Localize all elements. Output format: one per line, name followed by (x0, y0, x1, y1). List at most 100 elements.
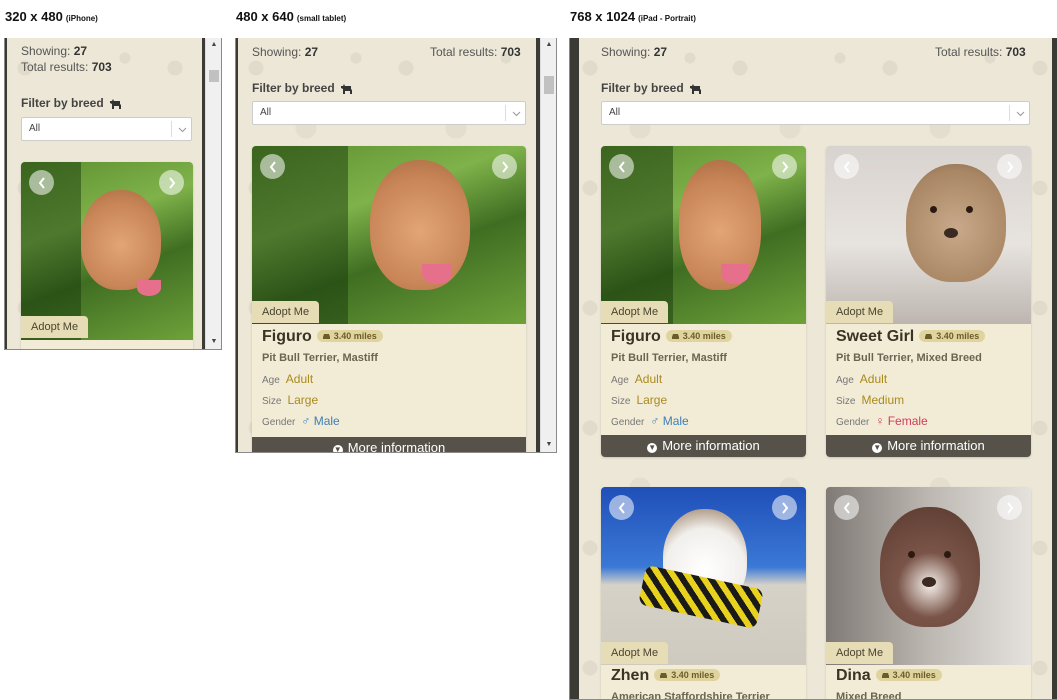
male-icon: ♂ (650, 414, 660, 428)
device-size: 768 x 1024 (570, 9, 636, 24)
adopt-me-tag[interactable]: Adopt Me (252, 301, 320, 323)
dog-breed: Pit Bull Terrier, Mastiff (611, 352, 727, 364)
chevron-right-icon (1006, 501, 1013, 514)
distance-badge: 3.40 miles (654, 669, 721, 681)
chevron-left-icon (618, 501, 625, 514)
adopt-me-tag[interactable]: Adopt Me (826, 301, 894, 323)
breed-select[interactable]: All (252, 101, 526, 125)
prev-photo-button[interactable] (260, 154, 285, 179)
chevron-left-icon (843, 160, 850, 173)
more-information-button[interactable]: ▼ More information (252, 437, 526, 453)
next-photo-button[interactable] (492, 154, 517, 179)
more-information-button[interactable]: ▼ More information (601, 435, 806, 457)
filter-label: Filter by breed (21, 96, 122, 110)
adopt-me-tag[interactable]: Adopt Me (21, 316, 89, 338)
chevron-right-icon (501, 160, 508, 173)
total-results: Total results: 703 (935, 45, 1026, 59)
dog-age: Age Adult (262, 372, 314, 386)
distance-badge: 3.40 miles (919, 330, 986, 342)
chevron-down-icon (512, 111, 521, 117)
prev-photo-button[interactable] (834, 154, 859, 179)
car-icon (322, 334, 330, 339)
device-label-ipad: 768 x 1024 (iPad - Portrait) (570, 9, 696, 24)
next-photo-button[interactable] (997, 154, 1022, 179)
chevron-left-icon (618, 160, 625, 173)
next-photo-button[interactable] (772, 495, 797, 520)
total-results: Total results: 703 (21, 60, 112, 74)
filter-label: Filter by breed (601, 81, 702, 95)
scroll-up-arrow[interactable]: ▲ (206, 38, 221, 52)
side-border (236, 38, 238, 452)
dog-breed: Mixed Breed (836, 691, 902, 700)
device-size: 480 x 640 (236, 9, 294, 24)
adopt-me-tag[interactable]: Adopt Me (826, 642, 894, 664)
select-caret (1009, 105, 1029, 121)
prev-photo-button[interactable] (609, 154, 634, 179)
showing-count: Showing: 27 (21, 44, 88, 58)
chevron-left-icon (269, 160, 276, 173)
side-border (5, 38, 7, 349)
dog-name: Figuro 3.40 miles (262, 328, 383, 346)
device-label-iphone: 320 x 480 (iPhone) (5, 9, 98, 24)
dog-gender: Gender ♂ Male (611, 414, 689, 428)
filter-label: Filter by breed (252, 81, 353, 95)
dog-icon (340, 83, 352, 94)
dog-photo (252, 146, 526, 324)
prev-photo-button[interactable] (29, 170, 54, 195)
distance-badge: 3.40 miles (316, 330, 383, 342)
dog-size: Size Large (611, 393, 668, 407)
chevron-right-icon (781, 501, 788, 514)
adopt-me-tag[interactable]: Adopt Me (601, 301, 669, 323)
device-size: 320 x 480 (5, 9, 63, 24)
dog-size: Size Large (262, 393, 319, 407)
dog-name: Dina 3.40 miles (836, 667, 942, 685)
dog-card-sweet-girl[interactable]: Adopt Me Sweet Girl 3.40 miles Pit Bull T… (826, 146, 1031, 457)
prev-photo-button[interactable] (834, 495, 859, 520)
chevron-right-icon (781, 160, 788, 173)
car-icon (671, 334, 679, 339)
adopt-me-tag[interactable]: Adopt Me (601, 642, 669, 664)
scroll-up-arrow[interactable]: ▲ (541, 38, 556, 52)
dog-card[interactable]: Adopt Me (21, 162, 193, 349)
female-icon: ♀ (875, 414, 885, 428)
dog-tongue (721, 264, 749, 284)
more-information-button[interactable]: ▼ More information (826, 435, 1031, 457)
car-icon (925, 334, 933, 339)
chevron-right-icon (168, 176, 175, 189)
results-summary: Showing: 27 Total results: 703 (21, 44, 112, 74)
scroll-thumb[interactable] (544, 76, 554, 94)
next-photo-button[interactable] (997, 495, 1022, 520)
dog-breed: Pit Bull Terrier, Mastiff (262, 352, 378, 364)
device-name: (iPad - Portrait) (638, 14, 696, 23)
dog-card-figuro[interactable]: Adopt Me Figuro 3.40 miles Pit Bull Terri… (601, 146, 806, 457)
next-photo-button[interactable] (159, 170, 184, 195)
car-icon (660, 673, 668, 678)
chevron-down-icon (178, 127, 187, 133)
male-icon: ♂ (301, 414, 311, 428)
scrollbar[interactable]: ▲ ▼ (540, 38, 556, 452)
side-border (1052, 38, 1057, 699)
distance-badge: 3.40 miles (875, 669, 942, 681)
scroll-thumb[interactable] (209, 70, 219, 82)
scroll-down-arrow[interactable]: ▼ (541, 438, 556, 452)
dog-card[interactable]: Adopt Me Figuro 3.40 miles Pit Bull Terri… (252, 146, 526, 453)
scrollbar[interactable]: ▲ ▼ (205, 38, 221, 349)
breed-select[interactable]: All (21, 117, 192, 141)
breed-select[interactable]: All (601, 101, 1030, 125)
scroll-down-arrow[interactable]: ▼ (206, 335, 221, 349)
next-photo-button[interactable] (772, 154, 797, 179)
total-results: Total results: 703 (430, 45, 521, 59)
dog-age: Age Adult (611, 372, 663, 386)
car-icon (881, 673, 889, 678)
select-caret (171, 121, 191, 137)
dog-breed: American Staffordshire Terrier (611, 691, 770, 700)
dog-tongue (422, 264, 452, 284)
ipad-viewport: Showing: 27 Total results: 703 Filter by… (569, 38, 1057, 700)
info-icon: ▼ (332, 445, 343, 453)
chevron-left-icon (843, 501, 850, 514)
dog-card-zhen[interactable]: Adopt Me Zhen 3.40 miles American Staffor… (601, 487, 806, 700)
prev-photo-button[interactable] (609, 495, 634, 520)
dog-card-dina[interactable]: Adopt Me Dina 3.40 miles Mixed Breed (826, 487, 1031, 700)
dog-gender: Gender ♀ Female (836, 414, 928, 428)
chevron-left-icon (38, 176, 45, 189)
